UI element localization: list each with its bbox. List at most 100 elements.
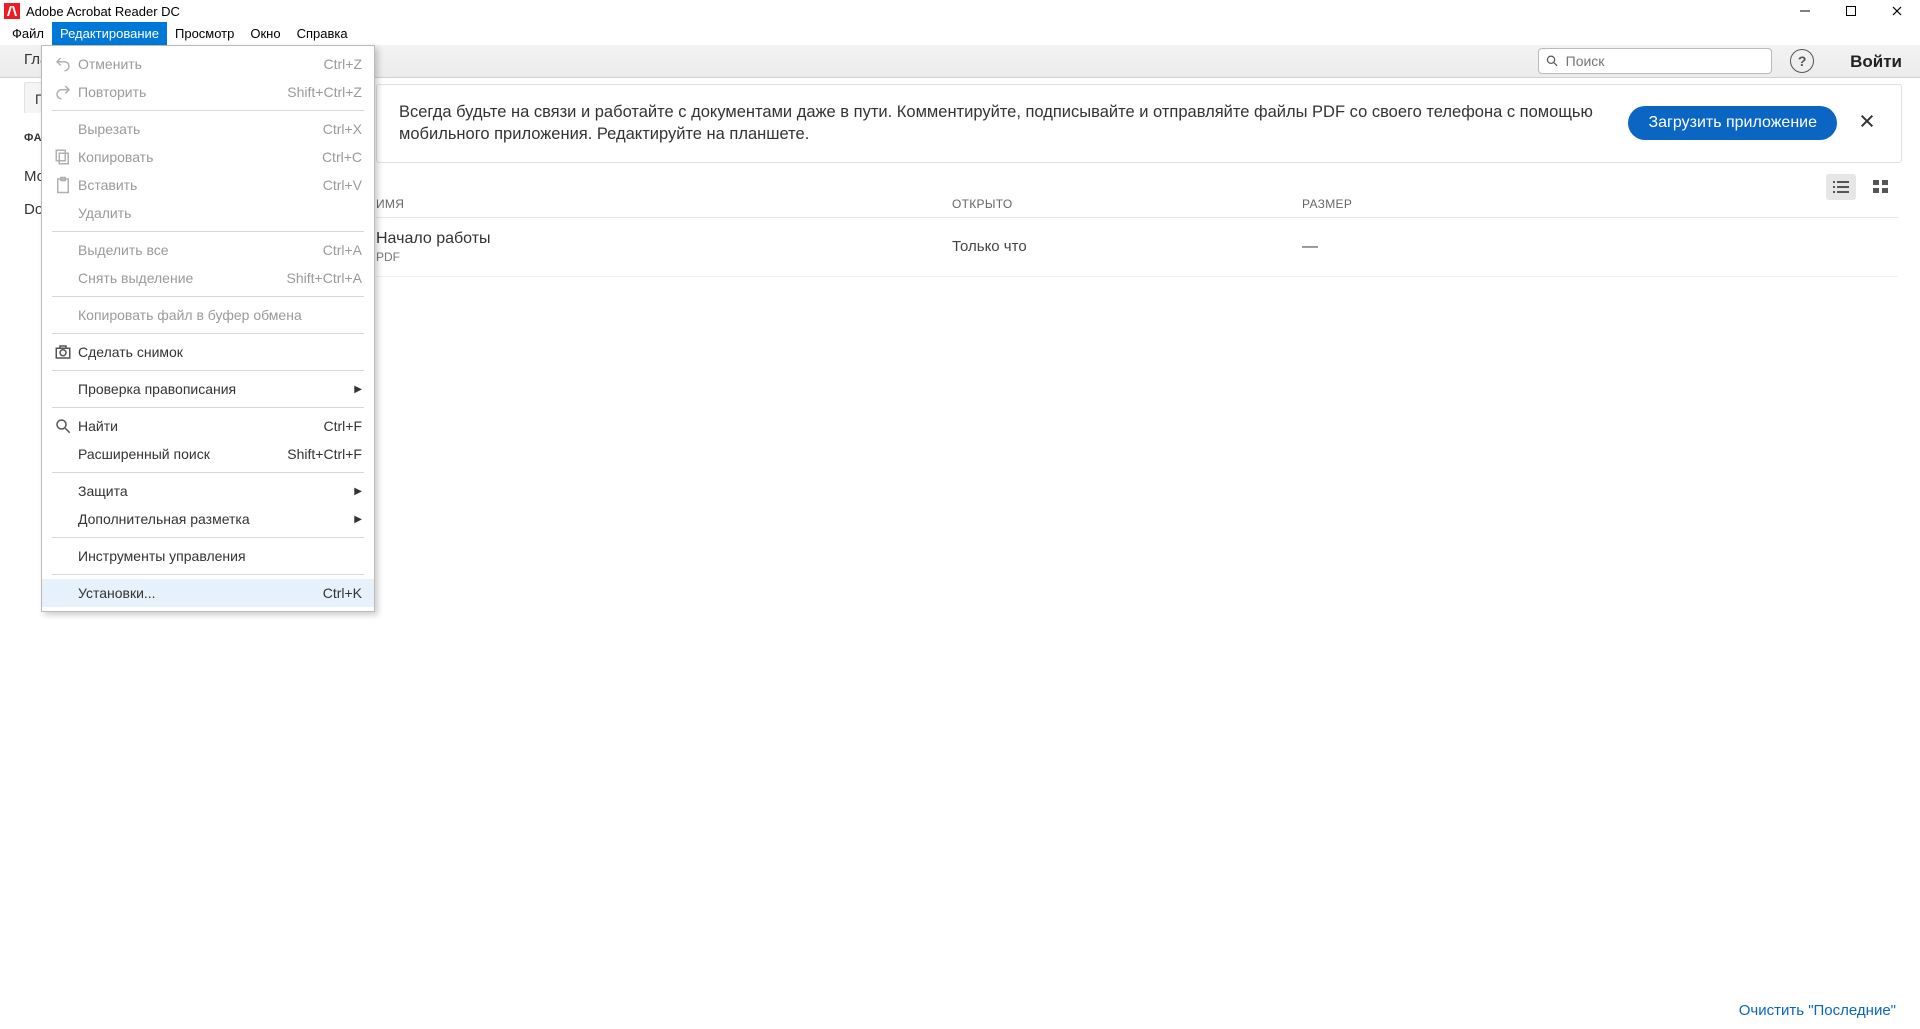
th-opened[interactable]: ОТКРЫТО — [952, 197, 1302, 211]
menu-item-снять-выделение: Снять выделениеShift+Ctrl+A — [42, 264, 374, 292]
search-input-wrap[interactable] — [1538, 48, 1772, 74]
menu-separator — [52, 574, 364, 575]
submenu-arrow-icon: ▶ — [354, 384, 362, 395]
th-name[interactable]: ИМЯ — [376, 197, 952, 211]
close-icon — [1859, 113, 1875, 129]
menu-edit[interactable]: Редактирование — [52, 22, 167, 45]
menu-item-сделать-снимок[interactable]: Сделать снимок — [42, 338, 374, 366]
menu-view[interactable]: Просмотр — [167, 22, 242, 45]
close-button[interactable] — [1874, 0, 1920, 22]
menu-item-shortcut: Ctrl+K — [323, 585, 362, 601]
menu-separator — [52, 407, 364, 408]
menu-item-label: Снять выделение — [74, 270, 287, 286]
menu-separator — [52, 537, 364, 538]
download-app-button[interactable]: Загрузить приложение — [1628, 106, 1837, 140]
menu-item-label: Выделить все — [74, 242, 323, 258]
menu-item-проверка-правописания[interactable]: Проверка правописания ▶ — [42, 375, 374, 403]
menu-item-повторить: ПовторитьShift+Ctrl+Z — [42, 78, 374, 106]
menu-item-shortcut: Ctrl+V — [323, 177, 362, 193]
menu-file[interactable]: Файл — [4, 22, 52, 45]
minimize-button[interactable] — [1782, 0, 1828, 22]
menu-item-label: Дополнительная разметка — [74, 511, 346, 527]
edit-menu-dropdown: ОтменитьCtrl+ZПовторитьShift+Ctrl+ZВырез… — [41, 45, 375, 612]
window-title: Adobe Acrobat Reader DC — [26, 4, 180, 19]
file-ext: PDF — [376, 250, 952, 264]
menu-item-label: Копировать файл в буфер обмена — [74, 307, 362, 323]
banner-text: Всегда будьте на связи и работайте с док… — [399, 101, 1610, 146]
menu-item-вырезать: ВырезатьCtrl+X — [42, 115, 374, 143]
menu-separator — [52, 110, 364, 111]
file-size: — — [1302, 238, 1898, 256]
maximize-button[interactable] — [1828, 0, 1874, 22]
menu-item-выделить-все: Выделить всеCtrl+A — [42, 236, 374, 264]
menu-item-label: Проверка правописания — [74, 381, 346, 397]
menu-item-shortcut: Ctrl+F — [324, 418, 363, 434]
menu-item-label: Инструменты управления — [74, 548, 362, 564]
main-area: Всегда будьте на связи и работайте с док… — [376, 78, 1920, 1029]
menu-item-копировать-файл-в-буфер-обмена: Копировать файл в буфер обмена — [42, 301, 374, 329]
search-icon — [1545, 53, 1560, 69]
menu-item-вставить: ВставитьCtrl+V — [42, 171, 374, 199]
menu-item-label: Вставить — [74, 177, 323, 193]
menu-item-shortcut: Shift+Ctrl+Z — [287, 84, 362, 100]
menu-item-отменить: ОтменитьCtrl+Z — [42, 50, 374, 78]
copy-icon — [52, 148, 74, 166]
menu-separator — [52, 333, 364, 334]
submenu-arrow-icon: ▶ — [354, 486, 362, 497]
menu-item-копировать: КопироватьCtrl+C — [42, 143, 374, 171]
menu-separator — [52, 296, 364, 297]
menu-window[interactable]: Окно — [242, 22, 288, 45]
menubar: Файл Редактирование Просмотр Окно Справк… — [0, 22, 1920, 45]
menu-item-установки-[interactable]: Установки...Ctrl+K — [42, 579, 374, 607]
menu-item-shortcut: Shift+Ctrl+A — [287, 270, 362, 286]
list-icon — [1831, 179, 1851, 195]
menu-item-label: Найти — [74, 418, 324, 434]
menu-item-shortcut: Ctrl+X — [323, 121, 362, 137]
search-icon — [52, 417, 74, 435]
menu-item-инструменты-управления[interactable]: Инструменты управления — [42, 542, 374, 570]
menu-separator — [52, 370, 364, 371]
recent-table: ИМЯ ОТКРЫТО РАЗМЕР Начало работы PDF Тол… — [376, 197, 1898, 277]
menu-item-shortcut: Ctrl+Z — [324, 56, 363, 72]
list-view-button[interactable] — [1826, 174, 1856, 200]
table-row[interactable]: Начало работы PDF Только что — — [376, 218, 1898, 277]
menu-item-удалить: Удалить — [42, 199, 374, 227]
titlebar: Adobe Acrobat Reader DC — [0, 0, 1920, 22]
menu-item-найти[interactable]: НайтиCtrl+F — [42, 412, 374, 440]
menu-item-защита[interactable]: Защита ▶ — [42, 477, 374, 505]
camera-icon — [52, 343, 74, 361]
menu-item-расширенный-поиск[interactable]: Расширенный поискShift+Ctrl+F — [42, 440, 374, 468]
menu-item-shortcut: Ctrl+A — [323, 242, 362, 258]
menu-item-дополнительная-разметка[interactable]: Дополнительная разметка ▶ — [42, 505, 374, 533]
clear-recent-link[interactable]: Очистить "Последние" — [1739, 1002, 1896, 1019]
file-title: Начало работы — [376, 230, 952, 248]
menu-item-label: Повторить — [74, 84, 287, 100]
redo-icon — [52, 83, 74, 101]
help-button[interactable]: ? — [1790, 49, 1814, 73]
menu-item-label: Сделать снимок — [74, 344, 362, 360]
file-opened: Только что — [952, 238, 1302, 255]
menu-item-label: Защита — [74, 483, 346, 499]
menu-item-label: Отменить — [74, 56, 324, 72]
menu-item-label: Удалить — [74, 205, 362, 221]
grid-view-button[interactable] — [1866, 174, 1896, 200]
promo-banner: Всегда будьте на связи и работайте с док… — [376, 84, 1902, 163]
paste-icon — [52, 176, 74, 194]
menu-separator — [52, 231, 364, 232]
submenu-arrow-icon: ▶ — [354, 514, 362, 525]
view-toggle — [1826, 174, 1896, 200]
menu-item-label: Установки... — [74, 585, 323, 601]
menu-item-shortcut: Ctrl+C — [322, 149, 362, 165]
menu-separator — [52, 472, 364, 473]
menu-item-shortcut: Shift+Ctrl+F — [287, 446, 362, 462]
th-size[interactable]: РАЗМЕР — [1302, 197, 1898, 211]
app-icon — [4, 3, 20, 19]
menu-item-label: Расширенный поиск — [74, 446, 287, 462]
search-input[interactable] — [1566, 53, 1765, 69]
login-button[interactable]: Войти — [1838, 47, 1914, 77]
banner-close-button[interactable] — [1855, 109, 1879, 138]
menu-item-label: Вырезать — [74, 121, 323, 137]
menu-item-label: Копировать — [74, 149, 322, 165]
undo-icon — [52, 55, 74, 73]
menu-help[interactable]: Справка — [289, 22, 356, 45]
